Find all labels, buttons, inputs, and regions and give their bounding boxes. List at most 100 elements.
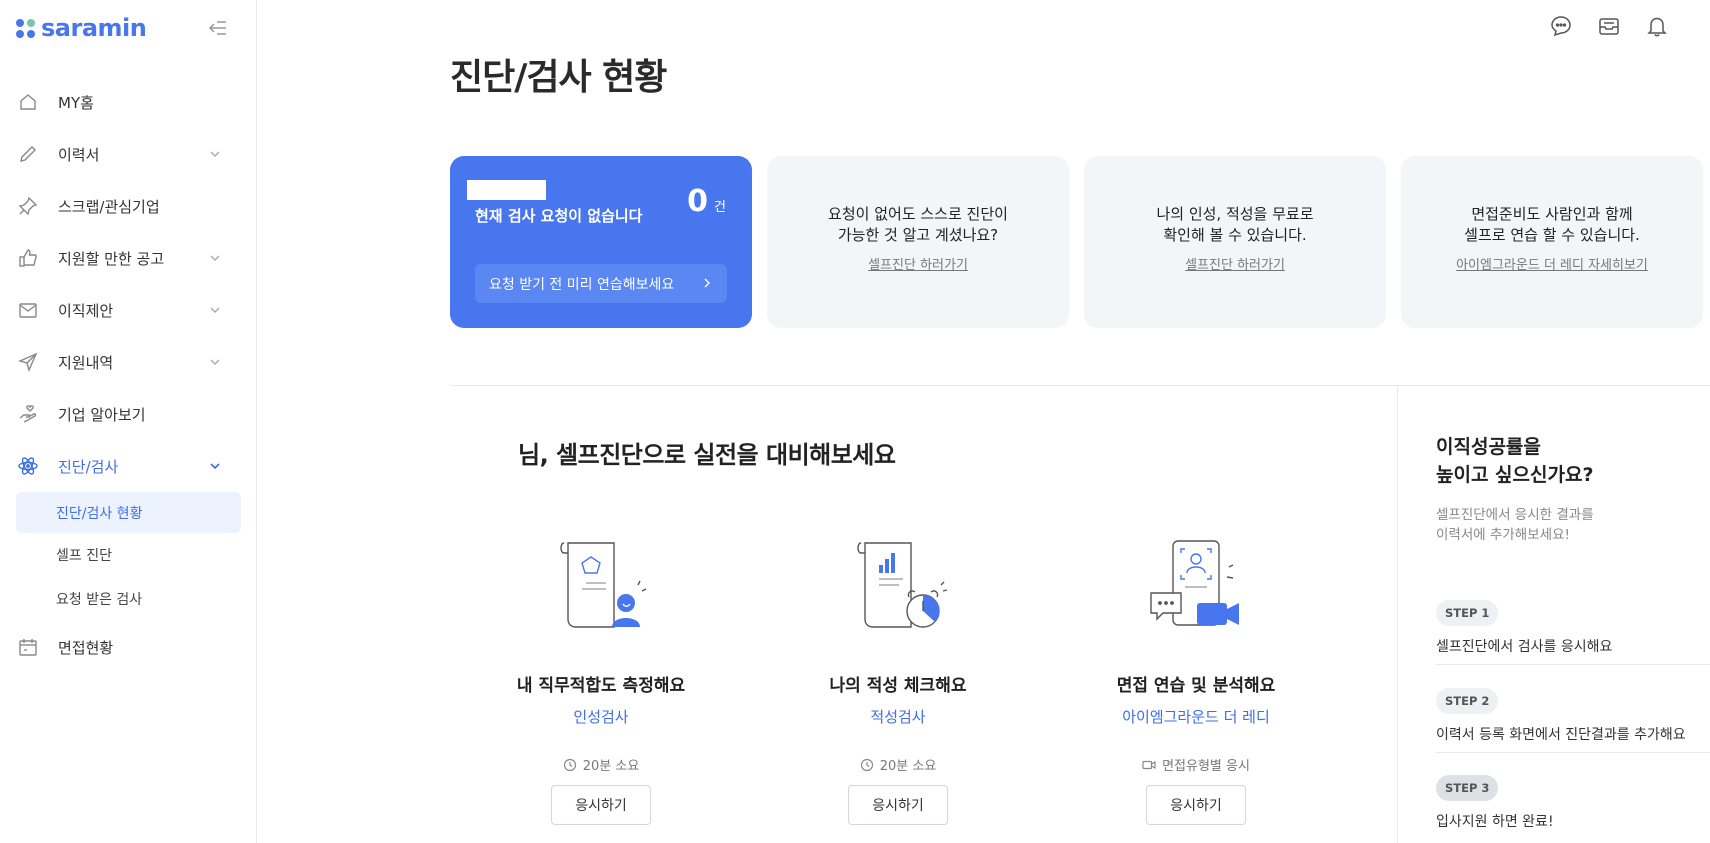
personality-test-illustration (560, 542, 647, 628)
feature-meta: 20분 소요 (788, 755, 1008, 774)
top-toolbar (1550, 15, 1668, 37)
sidebar-subitem-label: 진단/검사 현황 (56, 505, 143, 522)
feature-duration: 20분 소요 (879, 759, 937, 774)
right-panel-divider (1397, 386, 1398, 843)
take-interview-practice-button[interactable]: 응시하기 (1146, 785, 1246, 825)
sidebar-subitem-requested-tests[interactable]: 요청 받은 검사 (0, 577, 257, 621)
feature-duration: 면접유형별 응시 (1162, 759, 1250, 774)
thumbs-up-icon (19, 249, 37, 267)
sidebar-item-label: 기업 알아보기 (58, 405, 146, 424)
feature-duration: 20분 소요 (582, 759, 640, 774)
step-text: 셀프진단에서 검사를 응시해요 (1436, 636, 1710, 665)
pencil-icon (20, 146, 36, 162)
atom-icon (18, 457, 38, 475)
sidebar-subitem-label: 요청 받은 검사 (56, 592, 143, 608)
request-status-card: 현재 검사 요청이 없습니다 0 건 요청 받기 전 미리 연습해보세요 (450, 156, 752, 328)
practice-button-label: 요청 받기 전 미리 연습해보세요 (489, 276, 675, 293)
feature-name: 내 직무적합도 측정해요 (516, 676, 686, 696)
feature-name: 나의 적성 체크해요 (829, 676, 967, 696)
interview-practice-illustration (1150, 540, 1239, 626)
self-diagnosis-section-title: 님, 셀프진단으로 실전을 대비해보세요 (518, 441, 896, 469)
chevron-right-icon (704, 278, 710, 288)
clock-icon (563, 758, 576, 771)
bell-icon[interactable] (1646, 15, 1668, 37)
info-card-self-diagnosis: 요청이 없어도 스스로 진단이 가능한 것 알고 계셨나요? 셀프진단 하러가기 (767, 156, 1069, 328)
right-panel-desc-line: 이력서에 추가해보세요! (1436, 527, 1570, 543)
sidebar-item-interview-status[interactable]: 면접현황 (0, 621, 257, 673)
sidebar-item-company-explore[interactable]: 기업 알아보기 (0, 388, 257, 440)
section-divider (450, 385, 1710, 386)
step-text: 입사지원 하면 완료! (1436, 814, 1554, 830)
chat-icon[interactable] (1550, 15, 1572, 37)
sidebar-subitem-self-diagnosis[interactable]: 셀프 진단 (0, 533, 257, 577)
chevron-down-icon (210, 151, 220, 157)
logo-dots (16, 18, 35, 38)
request-count: 0 건 (687, 184, 726, 219)
inbox-icon[interactable] (1598, 15, 1620, 37)
paper-plane-icon (18, 352, 38, 372)
take-personality-test-button[interactable]: 응시하기 (551, 785, 651, 825)
sidebar-item-applications[interactable]: 지원내역 (0, 336, 257, 388)
sidebar-item-label: 지원내역 (58, 353, 114, 372)
sidebar-item-label: 면접현황 (58, 638, 114, 657)
page-title: 진단/검사 현황 (450, 57, 667, 98)
chevron-down-icon (210, 463, 220, 470)
take-aptitude-test-button[interactable]: 응시하기 (848, 785, 948, 825)
feature-aptitude-test: 나의 적성 체크해요 적성검사 20분 소요 응시하기 (788, 535, 1008, 825)
feature-type: 인성검사 (573, 708, 629, 726)
step-badge: STEP 1 (1436, 600, 1499, 626)
chevron-down-icon (210, 359, 220, 365)
sidebar-item-recommended-jobs[interactable]: 지원할 만한 공고 (0, 232, 257, 284)
step-badge: STEP 3 (1436, 775, 1499, 801)
sidebar-subitem-label: 셀프 진단 (56, 548, 112, 564)
video-icon (1142, 760, 1156, 769)
saramin-logo[interactable]: saramin (16, 14, 147, 42)
sidebar-item-scrap[interactable]: 스크랩/관심기업 (0, 180, 257, 232)
request-status-text: 현재 검사 요청이 없습니다 (475, 207, 643, 225)
info-card-text: 나의 인성, 적성을 무료로 (1156, 205, 1314, 223)
sidebar-item-label: MY홈 (58, 93, 94, 112)
step-2: STEP 2 이력서 등록 화면에서 진단결과를 추가해요 (1436, 688, 1710, 753)
chevron-down-icon (210, 255, 220, 261)
chevron-down-icon (210, 307, 220, 313)
info-card-text: 요청이 없어도 스스로 진단이 (828, 205, 1008, 223)
sidebar-item-diagnosis[interactable]: 진단/검사 (0, 440, 257, 492)
hand-heart-icon (19, 405, 37, 423)
right-panel-title-line: 이직성공률을 (1436, 436, 1541, 458)
sidebar-item-label: 이력서 (58, 145, 100, 164)
im-ground-the-ready-link[interactable]: 아이엠그라운드 더 레디 자세히보기 (1401, 254, 1703, 273)
step-badge: STEP 2 (1436, 688, 1499, 714)
sidebar-item-job-offers[interactable]: 이직제안 (0, 284, 257, 336)
sidebar-item-my-home[interactable]: MY홈 (0, 76, 257, 128)
envelope-icon (19, 303, 37, 318)
right-panel-desc-line: 셀프진단에서 응시한 결과를 (1436, 507, 1594, 523)
feature-personality-test: 내 직무적합도 측정해요 인성검사 20분 소요 응시하기 (491, 535, 711, 825)
feature-meta: 20분 소요 (491, 755, 711, 774)
info-card-free-test: 나의 인성, 적성을 무료로 확인해 볼 수 있습니다. 셀프진단 하러가기 (1084, 156, 1386, 328)
calendar-icon (19, 639, 37, 656)
step-3: STEP 3 입사지원 하면 완료! (1436, 775, 1710, 839)
info-card-interview: 면접준비도 사람인과 함께 셀프로 연습 할 수 있습니다. 아이엠그라운드 더… (1401, 156, 1703, 328)
info-card-text: 가능한 것 알고 계셨나요? (837, 226, 999, 244)
sidebar-item-label: 진단/검사 (58, 457, 119, 476)
info-card-text: 셀프로 연습 할 수 있습니다. (1464, 226, 1640, 244)
right-panel-title: 이직성공률을 높이고 싶으신가요? (1436, 433, 1593, 489)
sidebar-nav: MY홈 이력서 스크랩/관심기업 지원할 만한 공고 이직제안 지원내역 기업 … (0, 76, 257, 673)
sidebar-subitem-diagnosis-status[interactable]: 진단/검사 현황 (16, 492, 241, 533)
feature-name: 면접 연습 및 분석해요 (1116, 676, 1276, 696)
info-card-text: 확인해 볼 수 있습니다. (1163, 226, 1307, 244)
feature-type: 아이엠그라운드 더 레디 (1122, 708, 1270, 726)
collapse-sidebar-icon[interactable] (208, 18, 228, 38)
right-panel-description: 셀프진단에서 응시한 결과를 이력서에 추가해보세요! (1436, 505, 1594, 545)
masked-username (467, 180, 546, 200)
sidebar-item-resume[interactable]: 이력서 (0, 128, 257, 180)
clock-icon (860, 758, 873, 771)
feature-meta: 면접유형별 응시 (1086, 755, 1306, 774)
feature-interview-practice: 면접 연습 및 분석해요 아이엠그라운드 더 레디 면접유형별 응시 응시하기 (1086, 535, 1306, 825)
pin-icon (18, 196, 38, 216)
self-diagnosis-link[interactable]: 셀프진단 하러가기 (1084, 254, 1386, 273)
self-diagnosis-link[interactable]: 셀프진단 하러가기 (767, 254, 1069, 273)
feature-type: 적성검사 (870, 708, 926, 726)
practice-before-request-button[interactable]: 요청 받기 전 미리 연습해보세요 (475, 264, 727, 303)
right-panel-title-line: 높이고 싶으신가요? (1436, 464, 1594, 486)
